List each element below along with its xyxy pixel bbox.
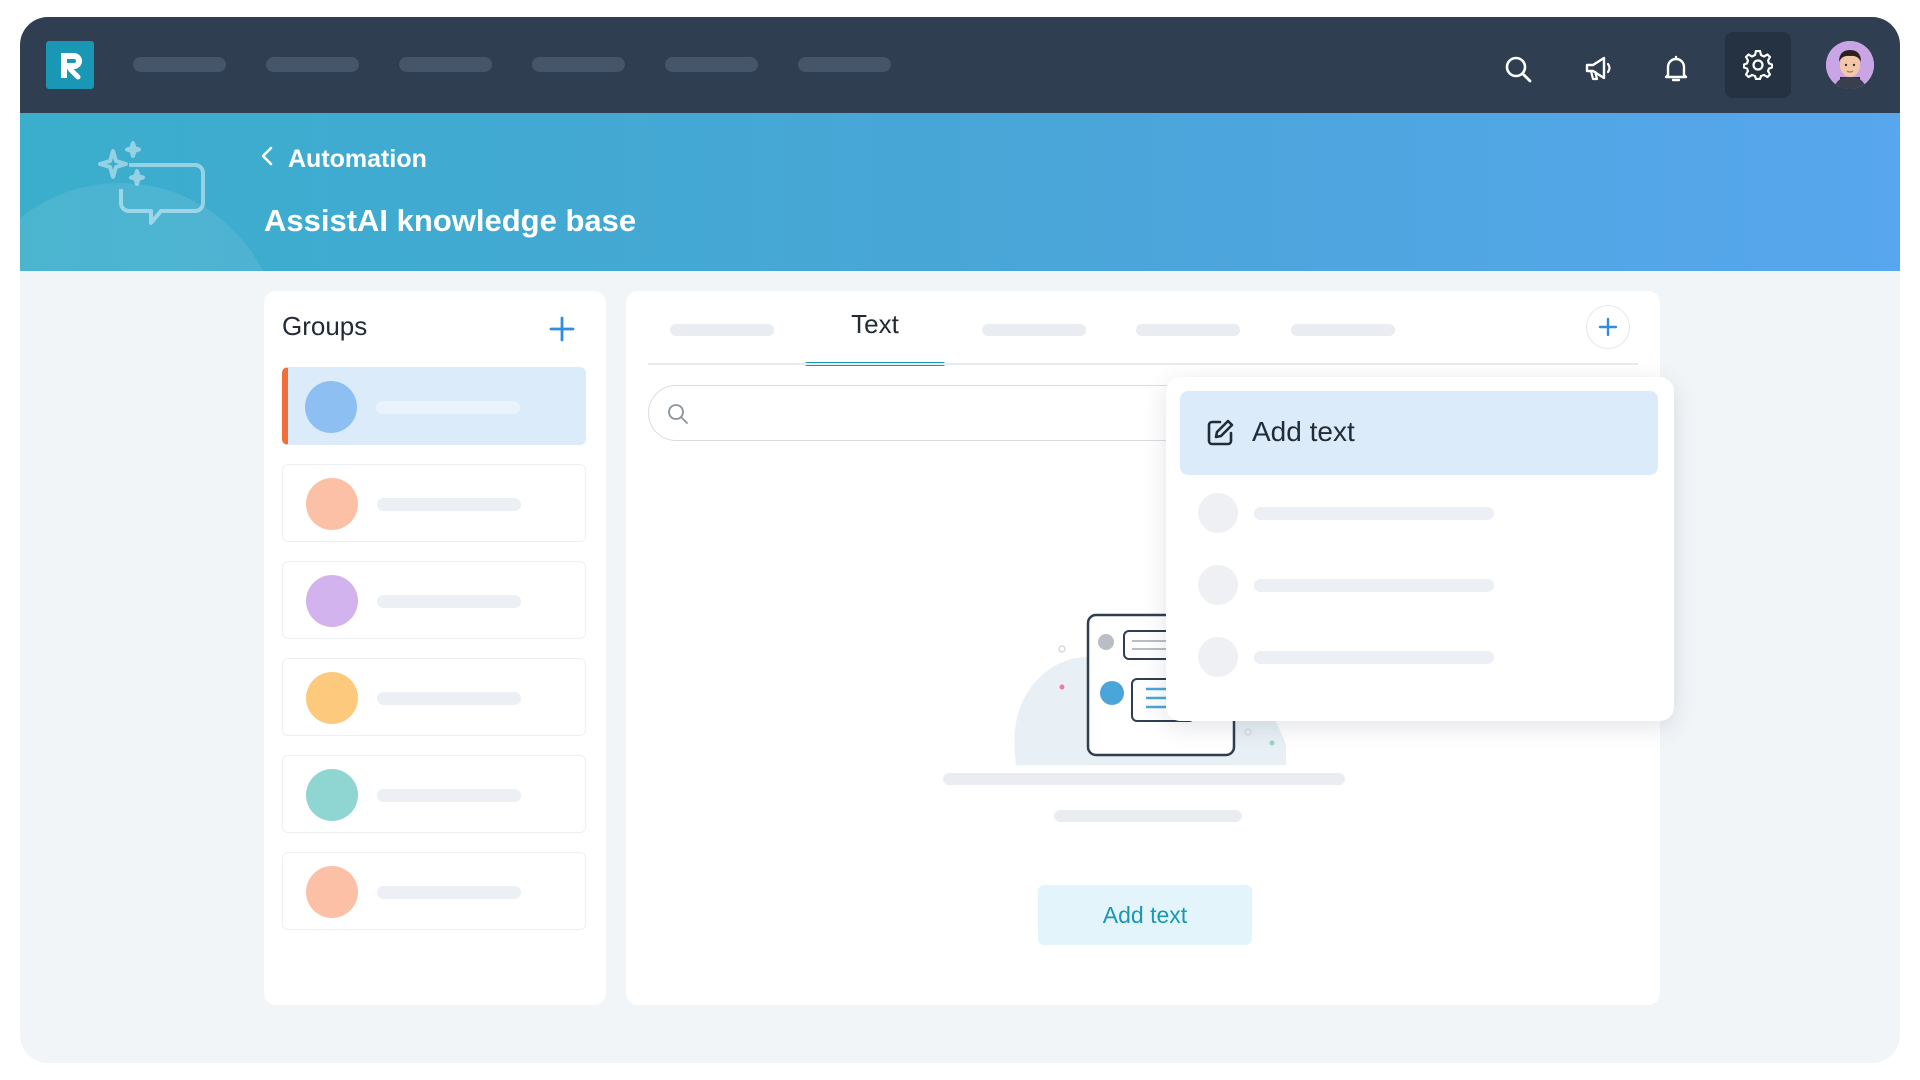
add-content-dropdown: Add text [1166,377,1674,721]
group-name-placeholder [376,401,520,414]
tab-text[interactable]: Text [805,309,945,365]
add-text-button[interactable]: Add text [1038,885,1252,945]
dropdown-item-label-placeholder [1254,579,1494,592]
group-avatar [305,381,357,433]
search-field[interactable] [648,385,1248,441]
avatar[interactable] [1826,41,1874,89]
brand-logo[interactable] [46,41,94,89]
group-item[interactable] [282,852,586,930]
groups-title: Groups [282,311,368,341]
dropdown-item-icon [1198,493,1238,533]
dropdown-item-label-placeholder [1254,651,1494,664]
groups-panel: Groups [264,291,606,1005]
empty-state-subtitle-placeholder [1054,810,1242,822]
tab-1[interactable] [670,324,774,336]
edit-icon [1204,417,1236,454]
breadcrumb[interactable]: Automation [260,145,427,174]
search-icon[interactable] [1490,41,1546,97]
dropdown-item-2[interactable] [1198,493,1658,535]
nav-item-2[interactable] [266,57,359,72]
group-item[interactable] [282,367,586,445]
group-name-placeholder [377,886,521,899]
empty-state-title-placeholder [943,773,1345,785]
search-icon [667,403,689,430]
dropdown-item-3[interactable] [1198,565,1658,607]
plus-icon [549,316,575,342]
add-group-button[interactable] [544,311,580,347]
group-name-placeholder [377,692,521,705]
page-title: AssistAI knowledge base [264,203,637,238]
dropdown-item-label-placeholder [1254,507,1494,520]
search-input[interactable] [701,398,1231,430]
dropdown-item-icon [1198,565,1238,605]
tabs-divider [648,363,1638,365]
tab-3[interactable] [982,324,1086,336]
group-avatar [306,672,358,724]
nav-item-6[interactable] [798,57,891,72]
megaphone-icon[interactable] [1570,41,1626,97]
app-window: Automation AssistAI knowledge base Group… [20,17,1900,1063]
group-item[interactable] [282,755,586,833]
group-item[interactable] [282,561,586,639]
tab-5[interactable] [1291,324,1395,336]
nav-item-1[interactable] [133,57,226,72]
dropdown-item-4[interactable] [1198,637,1658,679]
dropdown-item-label: Add text [1252,416,1355,447]
group-avatar [306,575,358,627]
gear-icon[interactable] [1725,32,1791,98]
add-content-button[interactable] [1586,305,1630,349]
group-item[interactable] [282,464,586,542]
group-avatar [306,769,358,821]
group-name-placeholder [377,595,521,608]
top-navbar [20,17,1900,113]
group-avatar [306,866,358,918]
group-name-placeholder [377,789,521,802]
nav-item-4[interactable] [532,57,625,72]
bell-icon[interactable] [1648,41,1704,97]
group-item[interactable] [282,658,586,736]
breadcrumb-label[interactable]: Automation [288,145,427,174]
ai-chat-icon [95,141,215,246]
tab-4[interactable] [1136,324,1240,336]
plus-icon [1598,317,1618,337]
dropdown-item-icon [1198,637,1238,677]
dropdown-item-add-text[interactable]: Add text [1180,391,1658,475]
group-name-placeholder [377,498,521,511]
nav-item-5[interactable] [665,57,758,72]
page-header-banner: Automation AssistAI knowledge base [20,113,1900,271]
group-avatar [306,478,358,530]
nav-item-3[interactable] [399,57,492,72]
chevron-left-icon[interactable] [260,145,274,174]
